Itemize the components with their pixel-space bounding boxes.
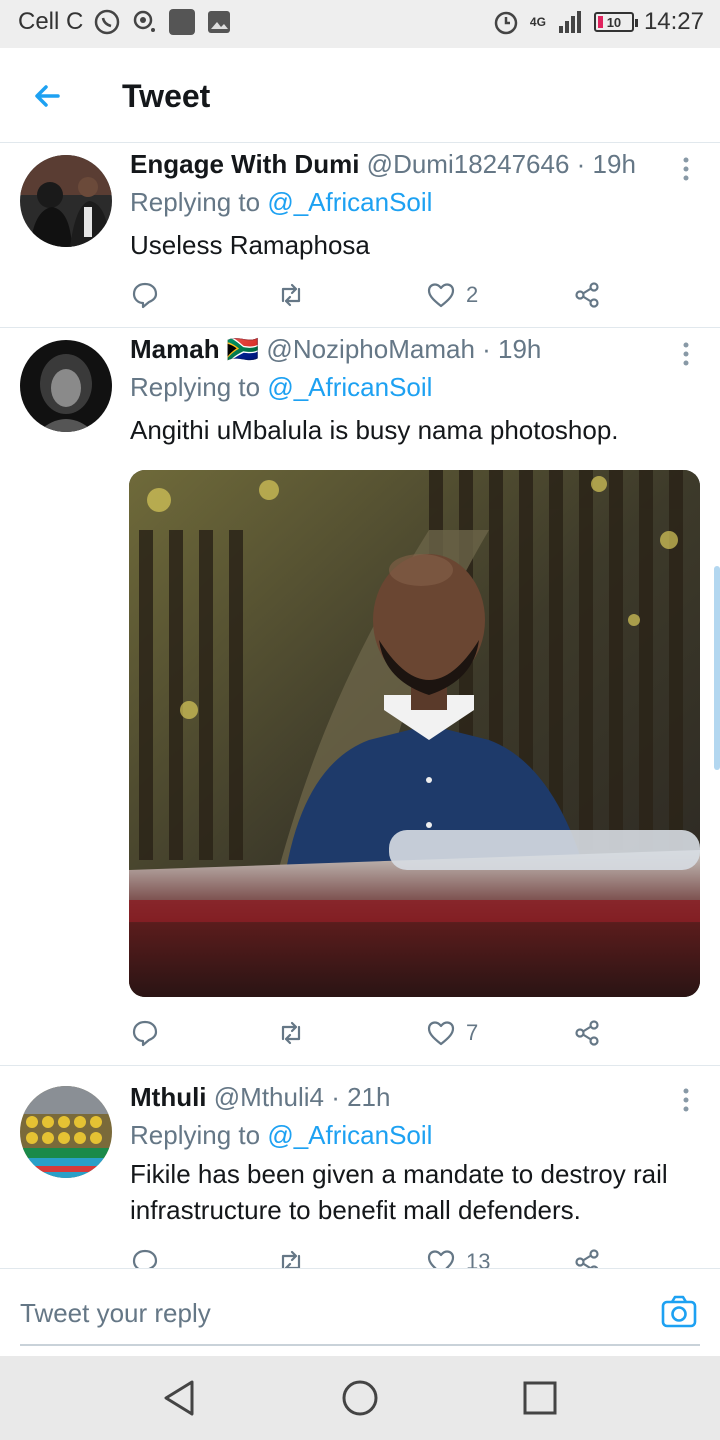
network-type-label: 4G — [529, 15, 546, 29]
replying-to-label: Replying to — [130, 1120, 268, 1150]
tweet-photo[interactable] — [129, 470, 700, 997]
reply-composer — [0, 1268, 720, 1356]
photo-image — [129, 470, 700, 997]
reply-input[interactable] — [20, 1293, 620, 1333]
like-button[interactable]: 7 — [426, 1013, 478, 1053]
mention-link[interactable]: @_AfricanSoil — [267, 1120, 432, 1150]
reply-button[interactable] — [130, 275, 160, 315]
reply-icon — [132, 1020, 158, 1047]
tweet-header: Mthuli @Mthuli4 · 21h — [130, 1082, 390, 1113]
gallery-icon — [208, 11, 231, 33]
avatar-image — [20, 340, 112, 432]
reply-icon — [132, 1249, 158, 1268]
tweet-item[interactable]: Engage With Dumi @Dumi18247646 · 19h Rep… — [0, 143, 720, 328]
like-button[interactable]: 2 — [426, 275, 478, 315]
heart-icon — [427, 1250, 455, 1268]
more-options-icon[interactable] — [676, 340, 696, 368]
carrier-label: Cell C — [18, 8, 84, 35]
whatsapp-icon — [95, 9, 120, 35]
reply-icon — [132, 282, 158, 309]
display-name[interactable]: Engage With Dumi — [130, 149, 359, 179]
handle-and-time: @NoziphoMamah · 19h — [266, 334, 542, 364]
replying-to: Replying to @_AfricanSoil — [130, 1120, 432, 1151]
replying-to-label: Replying to — [130, 187, 268, 217]
page-title: Tweet — [122, 78, 211, 114]
share-icon — [575, 1020, 599, 1046]
handle-and-time: @Dumi18247646 · 19h — [366, 149, 636, 179]
avatar[interactable] — [20, 1086, 112, 1178]
tweet-text: Fikile has been given a mandate to destr… — [130, 1159, 668, 1225]
notification-app-icon — [169, 9, 196, 35]
share-button[interactable] — [572, 275, 602, 315]
retweet-icon — [281, 283, 301, 307]
nav-home-icon[interactable] — [338, 1376, 382, 1420]
tweet-header: Engage With Dumi @Dumi18247646 · 19h — [130, 149, 636, 180]
avatar-image — [20, 1086, 112, 1178]
retweet-button[interactable] — [276, 1242, 306, 1268]
retweet-icon — [281, 1250, 301, 1268]
like-count: 2 — [466, 282, 479, 307]
replying-to-label: Replying to — [130, 372, 268, 402]
clock-label: 14:27 — [643, 8, 704, 35]
battery-icon: 10 — [593, 12, 638, 32]
alarm-icon — [494, 11, 518, 35]
tweet-actions: 2 — [130, 275, 610, 315]
flag-emoji: 🇿🇦 — [226, 334, 260, 364]
nav-recents-icon[interactable] — [518, 1376, 562, 1420]
replying-to: Replying to @_AfricanSoil — [130, 187, 432, 218]
tweet-header: Mamah 🇿🇦 @NoziphoMamah · 19h — [130, 334, 541, 365]
display-name[interactable]: Mthuli — [130, 1082, 207, 1112]
top-app-bar: Tweet — [0, 48, 720, 143]
heart-icon — [427, 283, 455, 308]
reply-button[interactable] — [130, 1013, 160, 1053]
like-count: 13 — [466, 1249, 491, 1268]
tweet-text: Useless Ramaphosa — [130, 230, 370, 260]
avatar[interactable] — [20, 340, 112, 432]
input-underline — [20, 1344, 700, 1346]
share-icon — [575, 282, 599, 308]
mention-link[interactable]: @_AfricanSoil — [267, 372, 432, 402]
share-button[interactable] — [572, 1242, 602, 1268]
more-options-icon[interactable] — [676, 155, 696, 183]
avatar[interactable] — [20, 155, 112, 247]
handle-and-time: @Mthuli4 · 21h — [213, 1082, 391, 1112]
status-bar: Cell C 4G 10 14:27 — [0, 0, 720, 48]
tweet-text: Angithi uMbalula is busy nama photoshop. — [130, 415, 619, 445]
heart-icon — [427, 1021, 455, 1046]
retweet-button[interactable] — [276, 1013, 306, 1053]
share-button[interactable] — [572, 1013, 602, 1053]
back-arrow-icon[interactable] — [28, 76, 68, 116]
replying-to: Replying to @_AfricanSoil — [130, 372, 432, 403]
tweet-item[interactable]: Mamah 🇿🇦 @NoziphoMamah · 19h Replying to… — [0, 328, 720, 1066]
scrollbar[interactable] — [714, 566, 720, 770]
tweet-actions: 7 — [130, 1013, 610, 1053]
camera-icon[interactable] — [660, 1293, 698, 1331]
retweet-icon — [281, 1021, 301, 1045]
signal-icon — [558, 11, 581, 33]
mention-link[interactable]: @_AfricanSoil — [267, 187, 432, 217]
status-right: 4G 10 14:27 — [492, 8, 704, 36]
like-button[interactable]: 13 — [426, 1242, 490, 1268]
display-name[interactable]: Mamah — [130, 334, 220, 364]
tweet-actions: 13 — [130, 1242, 610, 1268]
avatar-image — [20, 155, 112, 247]
status-left: Cell C — [18, 8, 233, 36]
nav-back-icon[interactable] — [158, 1376, 202, 1420]
retweet-button[interactable] — [276, 275, 306, 315]
location-icon — [134, 10, 156, 32]
reply-button[interactable] — [130, 1242, 160, 1268]
like-count: 7 — [466, 1020, 479, 1045]
more-options-icon[interactable] — [676, 1086, 696, 1114]
share-icon — [575, 1249, 599, 1268]
tweet-item[interactable]: Mthuli @Mthuli4 · 21h Replying to @_Afri… — [0, 1066, 720, 1268]
system-nav-bar — [0, 1356, 720, 1440]
